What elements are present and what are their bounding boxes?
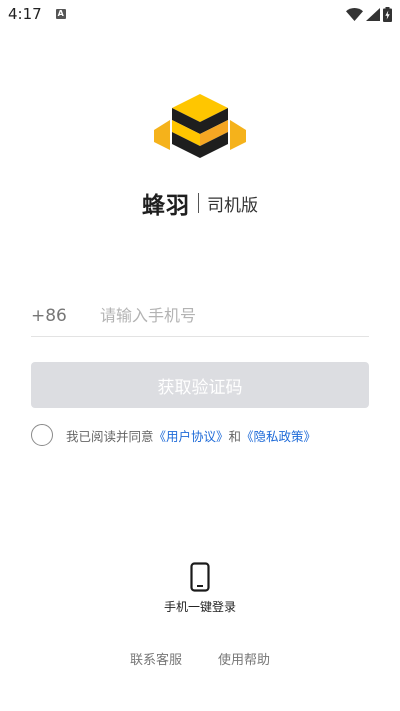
wifi-icon [346, 7, 363, 21]
status-bar: 4:17 A [0, 0, 400, 28]
one-tap-login-label: 手机一键登录 [163, 600, 236, 614]
brand: 蜂羽 司机版 [0, 186, 400, 220]
user-agreement-link[interactable]: 《用户协议》 [154, 426, 229, 445]
brand-divider [198, 193, 199, 213]
contact-service-link[interactable]: 联系客服 [130, 649, 182, 668]
phone-input-row: +86 [31, 295, 369, 337]
privacy-policy-link[interactable]: 《隐私政策》 [241, 426, 316, 445]
country-code[interactable]: +86 [31, 306, 100, 326]
phone-input[interactable] [100, 306, 369, 325]
brand-logo-icon [154, 94, 246, 158]
status-icons [346, 6, 392, 22]
one-tap-login-button[interactable]: 手机一键登录 [0, 562, 400, 615]
agreement: 我已阅读并同意 《用户协议》 和 《隐私政策》 [31, 424, 316, 446]
status-time: 4:17 [8, 5, 42, 23]
get-code-button[interactable]: 获取验证码 [31, 362, 369, 408]
a-badge-icon: A [55, 9, 66, 19]
agree-checkbox[interactable] [31, 424, 53, 446]
cell-signal-icon [366, 7, 380, 21]
footer-links: 联系客服 使用帮助 [0, 649, 400, 668]
agreement-conjunction: 和 [228, 428, 242, 444]
agreement-prefix: 我已阅读并同意 [66, 428, 154, 444]
login-screen: 4:17 A 蜂羽 司机版 +86 请输入手机号 获取验证码 我已阅读并同意 《… [0, 0, 400, 711]
phone-icon [190, 562, 210, 592]
brand-name: 蜂羽 [142, 193, 190, 219]
brand-subtitle: 司机版 [207, 195, 258, 216]
battery-charging-icon [383, 6, 392, 22]
help-link[interactable]: 使用帮助 [218, 649, 270, 668]
